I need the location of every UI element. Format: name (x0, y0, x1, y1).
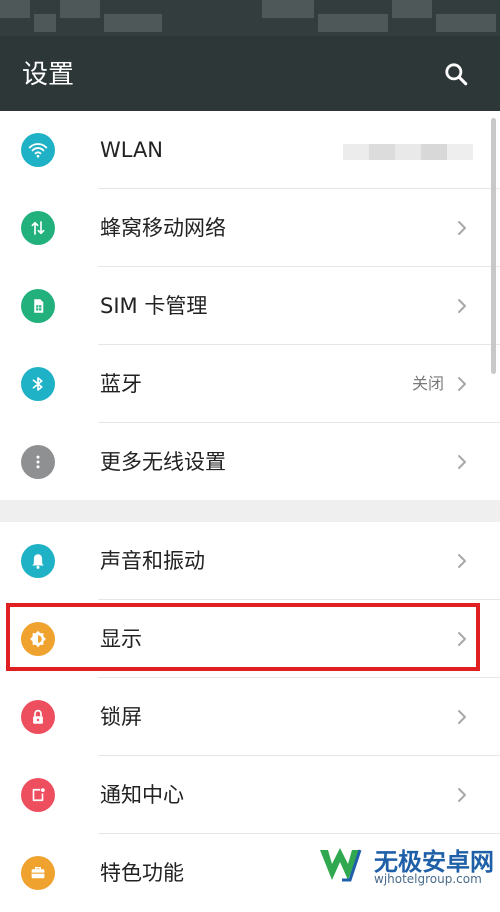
settings-item-label: 蜂窝移动网络 (100, 216, 226, 240)
status-bar-blur (392, 0, 432, 18)
chevron-right-icon (458, 632, 466, 646)
scrollbar[interactable] (491, 118, 496, 374)
notification-icon (21, 778, 55, 812)
status-bar (0, 0, 500, 36)
chevron-right-icon (458, 554, 466, 568)
bluetooth-icon (21, 367, 55, 401)
watermark-url: wjhotelgroup.com (374, 872, 482, 886)
status-bar-blur (104, 14, 162, 32)
settings-item-lockscreen[interactable]: 锁屏 (0, 678, 500, 756)
settings-item-label: 特色功能 (100, 861, 184, 885)
settings-item-wlan[interactable]: WLAN (0, 111, 500, 189)
search-icon (445, 63, 468, 86)
watermark: 无极安卓网 wjhotelgroup.com (300, 838, 496, 890)
chevron-right-icon (458, 299, 466, 313)
settings-item-label: WLAN (100, 138, 164, 162)
app-bar: 设置 (0, 36, 500, 111)
settings-item-label: 更多无线设置 (100, 450, 226, 474)
chevron-right-icon (458, 377, 466, 391)
bluetooth-status: 关闭 (411, 374, 444, 393)
settings-item-label: 锁屏 (100, 705, 142, 729)
bell-icon (21, 544, 55, 578)
status-bar-blur (0, 0, 30, 18)
status-bar-blur (436, 14, 496, 32)
settings-item-label: 蓝牙 (100, 372, 142, 396)
chevron-right-icon (458, 788, 466, 802)
more-dots-icon (21, 445, 55, 479)
settings-item-label: 显示 (100, 627, 142, 651)
settings-item-sound[interactable]: 声音和振动 (0, 522, 500, 600)
chevron-right-icon (458, 710, 466, 724)
chevron-right-icon (458, 455, 466, 469)
cellular-data-icon (21, 211, 55, 245)
status-bar-blur (318, 14, 388, 32)
settings-item-label: SIM 卡管理 (100, 294, 208, 318)
wlan-network-name-blurred (343, 144, 473, 160)
settings-item-more-wireless[interactable]: 更多无线设置 (0, 423, 500, 501)
settings-item-display[interactable]: 显示 (0, 600, 500, 678)
watermark-logo-icon (320, 848, 362, 882)
status-bar-blur (262, 0, 314, 18)
settings-item-label: 声音和振动 (100, 549, 205, 573)
section-divider (0, 500, 500, 522)
status-bar-blur (34, 14, 56, 32)
wifi-icon (21, 133, 55, 167)
sim-card-icon (21, 289, 55, 323)
lock-icon (21, 700, 55, 734)
settings-section-wireless: WLAN 蜂窝移动网络 SIM 卡管理 蓝牙 关闭 更多无线设置 (0, 111, 500, 501)
settings-item-bluetooth[interactable]: 蓝牙 关闭 (0, 345, 500, 423)
page-title: 设置 (22, 60, 75, 90)
settings-item-cellular[interactable]: 蜂窝移动网络 (0, 189, 500, 267)
search-button[interactable] (438, 56, 474, 92)
briefcase-icon (21, 856, 55, 890)
status-bar-blur (60, 0, 100, 18)
settings-item-notification[interactable]: 通知中心 (0, 756, 500, 834)
settings-item-sim[interactable]: SIM 卡管理 (0, 267, 500, 345)
chevron-right-icon (458, 221, 466, 235)
brightness-icon (21, 622, 55, 656)
settings-item-label: 通知中心 (100, 783, 184, 807)
